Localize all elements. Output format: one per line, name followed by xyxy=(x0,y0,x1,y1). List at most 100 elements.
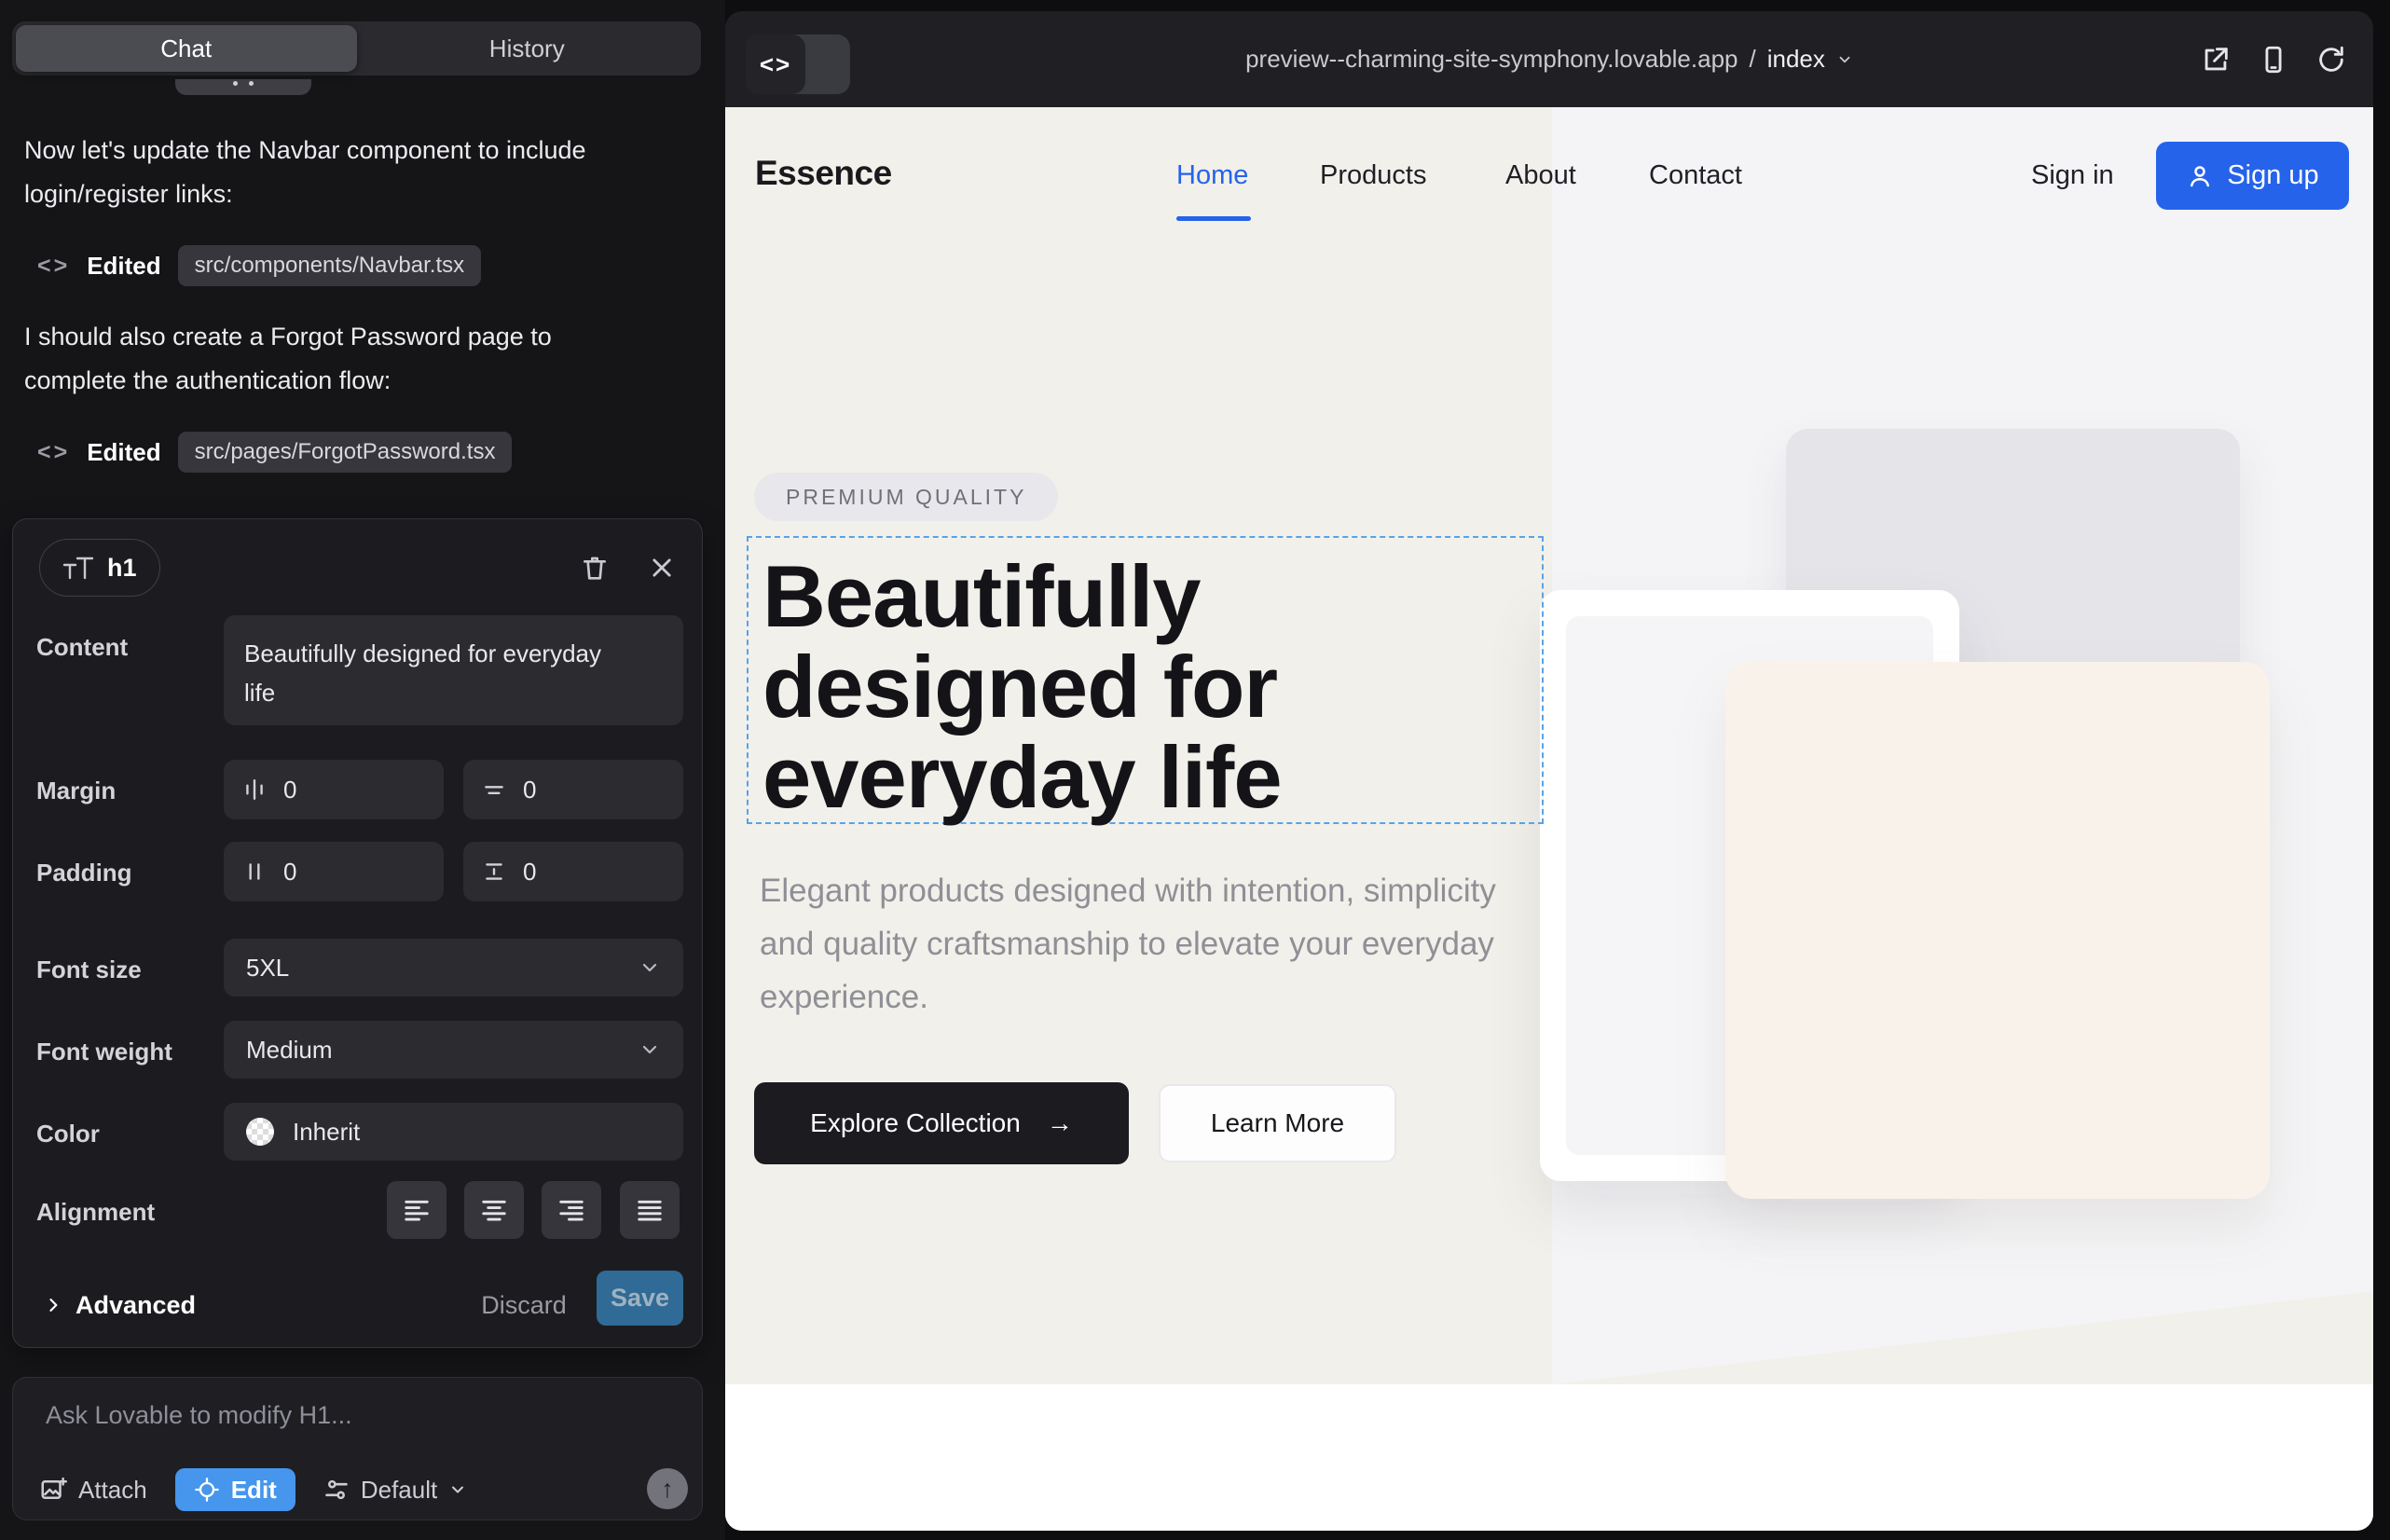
chat-sidebar: Chat History Now let's update the Navbar… xyxy=(0,0,725,1540)
close-icon xyxy=(649,555,675,581)
code-toggle-icon[interactable]: <> xyxy=(746,34,805,94)
chat-history-tabs: Chat History xyxy=(12,21,701,76)
content-input[interactable]: Beautifully designed for everyday life xyxy=(224,615,683,725)
assistant-message: Now let's update the Navbar component to… xyxy=(24,129,621,216)
learn-more-button[interactable]: Learn More xyxy=(1159,1084,1396,1162)
mode-select[interactable]: Default xyxy=(323,1476,467,1505)
tab-history[interactable]: History xyxy=(357,25,698,72)
explore-collection-label: Explore Collection xyxy=(810,1108,1021,1138)
send-button[interactable]: ↑ xyxy=(647,1468,688,1509)
edit-mode-button[interactable]: Edit xyxy=(175,1468,295,1511)
url-separator: / xyxy=(1750,45,1756,74)
nav-link-products[interactable]: Products xyxy=(1320,160,1426,191)
attach-button[interactable]: Attach xyxy=(39,1476,147,1505)
sliders-icon xyxy=(323,1477,350,1503)
chat-composer: Attach Edit Default xyxy=(12,1377,703,1520)
align-right-icon xyxy=(557,1196,585,1224)
image-plus-icon xyxy=(39,1476,67,1504)
sign-up-label: Sign up xyxy=(2227,160,2318,191)
chevron-down-icon xyxy=(639,1038,661,1061)
close-editor-button[interactable] xyxy=(643,549,680,586)
align-justify-icon xyxy=(636,1196,664,1224)
padding-x-input[interactable]: 0 xyxy=(224,842,444,901)
preview-toolbar-icons xyxy=(2200,11,2347,107)
arrow-up-icon: ↑ xyxy=(661,1475,674,1504)
edited-file-row: <> Edited src/components/Navbar.tsx xyxy=(37,244,481,287)
nav-link-home[interactable]: Home xyxy=(1176,160,1248,191)
section-below-hero xyxy=(725,1384,2373,1531)
hero-description: Elegant products designed with intention… xyxy=(760,864,1505,1024)
url-bar[interactable]: preview--charming-site-symphony.lovable.… xyxy=(912,11,2187,107)
smartphone-icon xyxy=(2258,44,2289,76)
mobile-view-button[interactable] xyxy=(2258,44,2289,76)
delete-element-button[interactable] xyxy=(576,549,613,586)
file-chip[interactable]: src/pages/ForgotPassword.tsx xyxy=(178,432,513,473)
discard-button[interactable]: Discard xyxy=(474,1284,573,1327)
crosshair-icon xyxy=(194,1477,220,1503)
selected-element-badge: h1 xyxy=(39,539,160,597)
align-justify-button[interactable] xyxy=(620,1181,680,1239)
advanced-toggle[interactable]: Advanced xyxy=(44,1284,196,1327)
collapsed-chip xyxy=(175,79,311,95)
open-external-button[interactable] xyxy=(2200,44,2232,76)
trash-icon xyxy=(580,553,610,583)
align-center-button[interactable] xyxy=(464,1181,524,1239)
attach-label: Attach xyxy=(78,1476,147,1505)
padding-x-value: 0 xyxy=(283,858,296,887)
preview-path: index xyxy=(1767,45,1825,74)
color-swatch xyxy=(246,1118,274,1146)
align-left-button[interactable] xyxy=(387,1181,446,1239)
assistant-message: I should also create a Forgot Password p… xyxy=(24,315,621,403)
hero-heading[interactable]: Beautifully designed for everyday life xyxy=(762,551,1378,822)
align-right-button[interactable] xyxy=(542,1181,601,1239)
padding-label: Padding xyxy=(36,859,132,887)
font-weight-select[interactable]: Medium xyxy=(224,1021,683,1079)
site-logo[interactable]: Essence xyxy=(755,154,892,193)
type-icon xyxy=(62,556,94,581)
nav-link-contact[interactable]: Contact xyxy=(1649,160,1742,191)
color-select[interactable]: Inherit xyxy=(224,1103,683,1161)
margin-y-value: 0 xyxy=(523,776,536,804)
composer-input[interactable] xyxy=(44,1400,659,1431)
sign-up-button[interactable]: Sign up xyxy=(2156,142,2349,210)
nav-link-about[interactable]: About xyxy=(1505,160,1576,191)
margin-x-input[interactable]: 0 xyxy=(224,760,444,819)
margin-y-input[interactable]: 0 xyxy=(463,760,683,819)
selected-tag-label: h1 xyxy=(107,554,137,583)
mode-label: Default xyxy=(361,1476,437,1505)
preview-url: preview--charming-site-symphony.lovable.… xyxy=(1245,45,1738,74)
content-label: Content xyxy=(36,633,128,662)
external-link-icon xyxy=(2200,44,2232,76)
font-size-value: 5XL xyxy=(246,954,289,983)
edit-label: Edit xyxy=(231,1476,277,1505)
refresh-button[interactable] xyxy=(2315,44,2347,76)
decor-card-cream xyxy=(1725,662,2270,1199)
align-center-icon xyxy=(480,1196,508,1224)
tab-chat-label: Chat xyxy=(160,34,212,63)
font-size-select[interactable]: 5XL xyxy=(224,939,683,997)
edited-label: Edited xyxy=(87,438,160,467)
premium-quality-badge: PREMIUM QUALITY xyxy=(754,473,1058,521)
padding-y-input[interactable]: 0 xyxy=(463,842,683,901)
edited-label: Edited xyxy=(87,252,160,281)
code-preview-toggle[interactable]: <> xyxy=(746,34,850,94)
font-size-label: Font size xyxy=(36,956,142,984)
file-chip[interactable]: src/components/Navbar.tsx xyxy=(178,245,481,286)
app: Chat History Now let's update the Navbar… xyxy=(0,0,2390,1540)
explore-collection-button[interactable]: Explore Collection → xyxy=(754,1082,1129,1164)
active-nav-underline xyxy=(1176,216,1251,221)
chevron-right-icon xyxy=(44,1296,62,1314)
alignment-label: Alignment xyxy=(36,1198,155,1227)
padding-y-value: 0 xyxy=(523,858,536,887)
save-button[interactable]: Save xyxy=(597,1271,683,1326)
color-value: Inherit xyxy=(293,1118,360,1147)
chevron-down-icon xyxy=(1836,51,1853,68)
tab-chat[interactable]: Chat xyxy=(16,25,357,72)
edited-file-row: <> Edited src/pages/ForgotPassword.tsx xyxy=(37,431,512,474)
element-editor-panel: h1 Content Beautifully designed for ever… xyxy=(12,518,703,1348)
sign-in-link[interactable]: Sign in xyxy=(2031,160,2114,191)
preview-window: <> preview--charming-site-symphony.lovab… xyxy=(725,11,2373,1531)
code-icon: <> xyxy=(37,439,70,466)
margin-horizontal-icon xyxy=(242,777,267,802)
code-icon: <> xyxy=(37,253,70,280)
